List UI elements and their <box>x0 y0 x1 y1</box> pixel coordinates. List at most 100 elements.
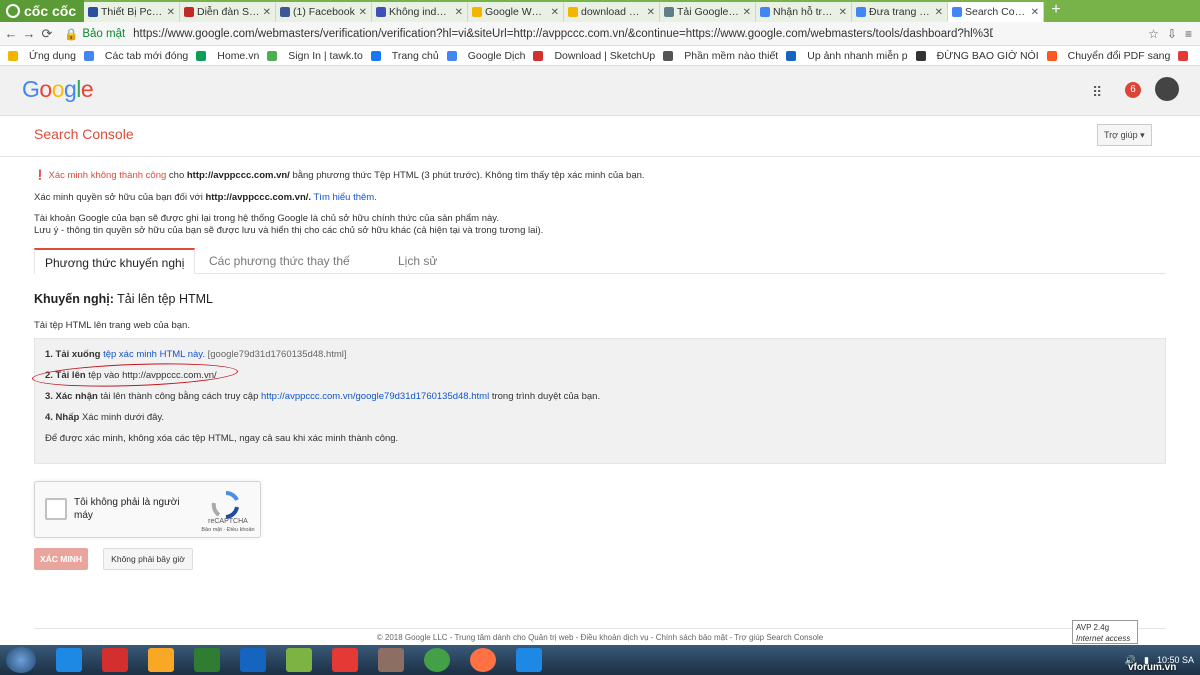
coccoc-taskbar-icon[interactable] <box>286 648 312 672</box>
bookmark-item[interactable]: Các tab mới đóng <box>83 50 188 62</box>
captcha-label: Tôi không phải là người máy <box>74 497 180 521</box>
star-icon[interactable]: ☆ <box>1148 27 1159 41</box>
browser-tab[interactable]: Tải Google W ✕ <box>660 2 756 22</box>
close-icon[interactable]: ✕ <box>263 7 271 18</box>
browser-tab[interactable]: Diễn đàn SEO -✕ <box>180 2 276 22</box>
excel-icon[interactable] <box>194 648 220 672</box>
browser-tab[interactable]: (1) Facebook ✕ <box>276 2 372 22</box>
bookmark-item[interactable]: Google Dịch <box>446 50 525 62</box>
method-tabs: Phương thức khuyến nghị Các phương thức … <box>34 248 1166 274</box>
menu-icon[interactable]: ≡ <box>1185 27 1192 41</box>
bookmark-item[interactable]: Ứng dụng <box>8 50 76 62</box>
windows-taskbar: 🔊 ▮ 10:50 SA <box>0 645 1200 675</box>
favicon-icon <box>952 7 962 17</box>
bookmark-item[interactable]: YouTube Converter 8 <box>1178 50 1200 62</box>
close-icon[interactable]: ✕ <box>743 7 751 18</box>
zalo-icon[interactable] <box>516 648 542 672</box>
ie-icon[interactable] <box>56 648 82 672</box>
notifications-badge[interactable]: 6 <box>1125 82 1141 98</box>
forward-icon[interactable]: → <box>22 26 36 41</box>
chrome-icon[interactable] <box>424 648 450 672</box>
error-icon: ❗ <box>34 170 46 181</box>
close-icon[interactable]: ✕ <box>839 7 847 18</box>
browser-tab[interactable]: download goo ✕ <box>564 2 660 22</box>
close-icon[interactable]: ✕ <box>935 7 943 18</box>
download-file-link[interactable]: tệp xác minh HTML này. <box>103 349 205 360</box>
favicon-icon <box>88 7 98 17</box>
close-icon[interactable]: ✕ <box>455 7 463 18</box>
google-header: Google ⠿ 6 <box>0 66 1200 116</box>
paint-icon[interactable] <box>378 648 404 672</box>
word-icon[interactable] <box>240 648 266 672</box>
tab-title: Đưa trang web <box>869 6 932 18</box>
tab-title: Search Consol <box>965 6 1028 18</box>
steps-box: 1. Tải xuống tệp xác minh HTML này. [goo… <box>34 338 1166 464</box>
lock-icon: 🔒 <box>64 28 79 41</box>
recaptcha-links[interactable]: Bảo mật - Điều khoản <box>195 527 261 533</box>
new-tab-button[interactable]: + <box>1044 0 1068 22</box>
app-icon[interactable] <box>102 648 128 672</box>
url-field[interactable]: https://www.google.com/webmasters/verifi… <box>133 28 993 40</box>
coccoc-brand[interactable]: cốc cốc <box>0 0 84 22</box>
browser-tab[interactable]: Thiết Bị Pccc A✕ <box>84 2 180 22</box>
browser-tab[interactable]: Nhận hỗ trợ c ✕ <box>756 2 852 22</box>
bookmarks-bar: Ứng dụng Các tab mới đóng Home.vn Sign In |… <box>0 46 1200 66</box>
browser-tab[interactable]: Search Consol ✕ <box>948 2 1044 22</box>
back-icon[interactable]: ← <box>4 26 18 41</box>
browser-tab[interactable]: Google Webm ✕ <box>468 2 564 22</box>
not-now-button[interactable]: Không phải bây giờ <box>103 548 193 570</box>
antivirus-icon[interactable] <box>332 648 358 672</box>
error-message: ❗ Xác minh không thành công cho http://a… <box>34 170 645 181</box>
footer[interactable]: © 2018 Google LLC - Trung tâm dành cho Q… <box>34 628 1166 642</box>
close-icon[interactable]: ✕ <box>359 7 367 18</box>
bookmark-item[interactable]: Download | SketchUp <box>533 50 655 62</box>
network-tooltip: AVP 2.4g Internet access <box>1072 620 1138 644</box>
bookmark-item[interactable]: Phần mềm nào thiết <box>663 50 778 62</box>
coccoc-logo-icon <box>6 4 20 18</box>
download-icon[interactable]: ⇩ <box>1167 27 1177 41</box>
google-logo[interactable]: Google <box>22 76 94 103</box>
step-3: 3. Xác nhận tải lên thành công bằng cách… <box>45 391 601 402</box>
recaptcha-logo-icon <box>211 490 239 519</box>
verify-button[interactable]: XÁC MINH <box>34 548 88 570</box>
apps-grid-icon[interactable]: ⠿ <box>1092 84 1102 101</box>
bookmark-icon <box>1046 50 1057 61</box>
bookmark-item[interactable]: Sign In | tawk.to <box>267 50 363 62</box>
tab-title: Không index v <box>389 6 452 18</box>
start-button[interactable] <box>6 647 36 673</box>
learn-more-link[interactable]: Tìm hiểu thêm. <box>314 192 377 203</box>
bookmark-item[interactable]: Up ảnh nhanh miễn p <box>786 50 908 62</box>
bookmark-icon <box>786 50 797 61</box>
firefox-icon[interactable] <box>470 648 496 672</box>
help-dropdown[interactable]: Trợ giúp ▾ <box>1097 124 1152 146</box>
favicon-icon <box>376 7 386 17</box>
close-icon[interactable]: ✕ <box>647 7 655 18</box>
tab-history[interactable]: Lịch sử <box>398 248 437 274</box>
bookmark-item[interactable]: Chuyển đổi PDF sang <box>1046 50 1170 62</box>
avatar[interactable] <box>1155 77 1179 101</box>
browser-tab[interactable]: Đưa trang web ✕ <box>852 2 948 22</box>
tab-title: Thiết Bị Pccc A <box>101 6 164 18</box>
tab-recommended[interactable]: Phương thức khuyến nghị <box>34 248 196 274</box>
step-1: 1. Tải xuống tệp xác minh HTML này. [goo… <box>45 349 347 360</box>
close-icon[interactable]: ✕ <box>1031 7 1039 18</box>
bookmark-icon <box>915 50 926 61</box>
tab-title: Tải Google W <box>677 6 740 18</box>
close-icon[interactable]: ✕ <box>167 7 175 18</box>
bookmark-item[interactable]: ĐỪNG BAO GIỜ NÓI <box>915 50 1039 62</box>
bookmark-item[interactable]: Home.vn <box>196 50 259 62</box>
secure-indicator[interactable]: 🔒 Bảo mật <box>64 27 125 41</box>
browser-tab[interactable]: Không index v ✕ <box>372 2 468 22</box>
ownership-note-2: Lưu ý - thông tin quyền sở hữu của bạn s… <box>34 225 544 236</box>
reload-icon[interactable]: ⟳ <box>40 26 54 42</box>
page-title: Search Console <box>34 126 134 142</box>
tab-title: Nhận hỗ trợ c <box>773 6 836 18</box>
captcha-checkbox[interactable] <box>45 498 67 520</box>
verify-ownership-text: Xác minh quyền sở hữu của bạn đối với ht… <box>34 192 377 203</box>
folder-icon[interactable] <box>148 648 174 672</box>
tab-alternate[interactable]: Các phương thức thay thế <box>209 248 350 274</box>
bookmark-item[interactable]: Trang chủ <box>370 50 439 62</box>
favicon-icon <box>568 7 578 17</box>
verification-file-link[interactable]: http://avppccc.com.vn/google79d31d176013… <box>261 391 489 402</box>
close-icon[interactable]: ✕ <box>551 7 559 18</box>
